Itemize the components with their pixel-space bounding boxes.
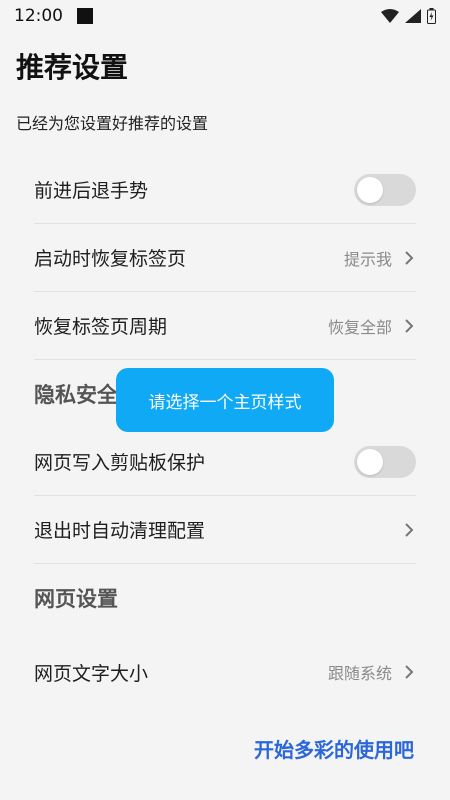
signal-icon (405, 9, 421, 23)
status-bar: 12:00 (0, 0, 450, 32)
toggle-knob (357, 176, 383, 203)
chevron-right-icon (405, 522, 414, 537)
section-web-title: 网页设置 (34, 587, 118, 611)
row-font-size-value: 跟随系统 (327, 664, 392, 683)
battery-icon (427, 8, 436, 24)
row-auto-clean[interactable]: 退出时自动清理配置 (34, 496, 416, 564)
gesture-toggle[interactable] (354, 173, 416, 206)
status-time: 12:00 (14, 6, 63, 26)
row-restore-period[interactable]: 恢复标签页周期 恢复全部 (34, 292, 416, 360)
row-restore-period-label: 恢复标签页周期 (34, 316, 168, 338)
wifi-icon (381, 9, 399, 23)
section-web: 网页设置 (34, 564, 416, 632)
row-font-size[interactable]: 网页文字大小 跟随系统 (34, 638, 416, 706)
notification-icon (77, 8, 93, 24)
clipboard-protect-toggle[interactable] (354, 445, 416, 478)
row-clipboard-protect-label: 网页写入剪贴板保护 (34, 452, 206, 474)
chevron-right-icon (405, 665, 414, 679)
row-auto-clean-label: 退出时自动清理配置 (34, 520, 206, 542)
row-gesture[interactable]: 前进后退手势 (34, 156, 416, 224)
row-restore-on-start-label: 启动时恢复标签页 (34, 248, 187, 270)
row-clipboard-protect[interactable]: 网页写入剪贴板保护 (34, 428, 416, 496)
page-subtitle: 已经为您设置好推荐的设置 (16, 114, 209, 133)
section-privacy-title: 隐私安全 (34, 383, 118, 407)
row-font-size-label: 网页文字大小 (34, 662, 149, 685)
start-button[interactable]: 开始多彩的使用吧 (254, 734, 414, 763)
page-title: 推荐设置 (16, 51, 129, 84)
row-restore-period-value: 恢复全部 (327, 317, 392, 337)
chevron-right-icon (405, 318, 414, 333)
row-gesture-label: 前进后退手势 (34, 180, 149, 202)
toggle-knob (357, 448, 383, 475)
chevron-right-icon (405, 250, 414, 265)
toast-message: 请选择一个主页样式 (116, 368, 334, 432)
row-restore-on-start-value: 提示我 (343, 249, 392, 269)
row-restore-on-start[interactable]: 启动时恢复标签页 提示我 (34, 224, 416, 292)
